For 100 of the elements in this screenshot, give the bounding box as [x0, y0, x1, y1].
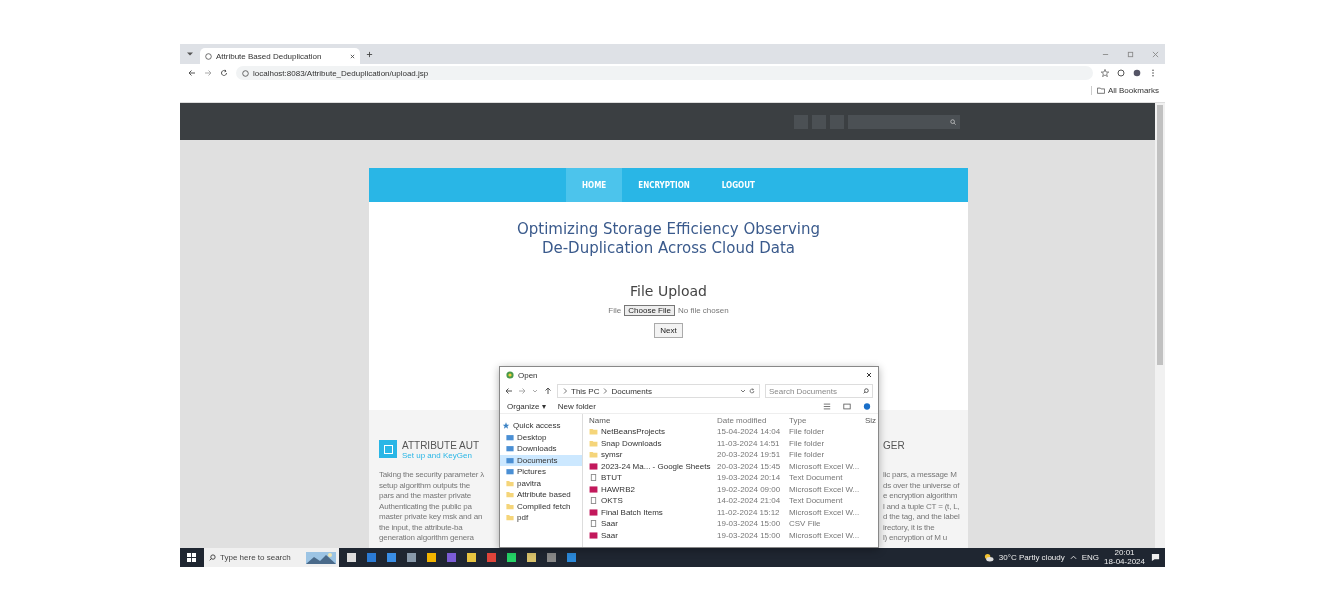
sidebar-item[interactable]: Quick access [500, 420, 582, 432]
star-icon [502, 422, 510, 430]
file-date: 19-03-2024 15:00 [717, 530, 782, 540]
section-subheading: Set up and KeyGen [402, 451, 473, 460]
choose-file-button[interactable]: Choose File [624, 305, 675, 316]
paragraph-line: generation algorithm genera [379, 533, 475, 544]
maximize-icon[interactable] [1127, 50, 1134, 58]
file-name[interactable]: Saar [589, 530, 717, 540]
search-field[interactable] [848, 114, 960, 129]
spreadsheet-icon [589, 485, 598, 493]
up-icon[interactable] [544, 387, 552, 395]
file-date: 11-02-2024 15:12 [717, 507, 781, 517]
weather-icon [982, 553, 994, 562]
file-date: 20-03-2024 19:51 [717, 450, 782, 460]
language-indicator[interactable]: ENG [1081, 553, 1100, 562]
paragraph-line: pars and the master private [379, 491, 472, 502]
sidebar-item[interactable]: Documents [500, 454, 582, 466]
file-type: File folder [789, 427, 826, 437]
close-icon[interactable] [866, 372, 872, 378]
file-name[interactable]: Snap Downloads [589, 438, 717, 448]
profile-icon[interactable] [1133, 69, 1141, 77]
clock[interactable]: 20:01 18-04-2024 [1104, 549, 1145, 566]
file-status: No file chosen [677, 306, 729, 315]
taskbar-search-field[interactable]: Type here to search [204, 548, 339, 567]
new-folder-button[interactable]: New folder [557, 401, 596, 411]
help-icon[interactable] [863, 402, 871, 410]
windows-icon[interactable] [187, 553, 196, 562]
sidebar-item[interactable]: Pictures [500, 466, 582, 478]
search-icon [950, 118, 956, 125]
file-name[interactable]: 2023-24 Ma... - Google Sheets [589, 461, 717, 471]
column-header[interactable]: Name [589, 415, 717, 425]
file-type: Microsoft Excel W... [789, 484, 861, 494]
column-header[interactable]: Date modified [717, 415, 789, 425]
next-button[interactable]: Next [654, 323, 683, 338]
paragraph-line: the input, the attribute-ba [379, 522, 464, 533]
file-type: Microsoft Excel W... [789, 507, 861, 517]
file-name[interactable]: Saar [589, 519, 717, 529]
dialog-search-field[interactable]: Search Documents [765, 384, 873, 398]
file-type: File folder [789, 438, 826, 448]
file-name[interactable]: NetBeansProjects [589, 427, 717, 437]
sidebar-item[interactable]: Desktop [500, 431, 582, 443]
caret-icon[interactable] [740, 387, 746, 395]
back-icon[interactable] [188, 69, 196, 77]
paragraph-line: d the tag, and the label [883, 512, 961, 523]
section-heading: ATTRIBUTE AUT [402, 440, 480, 451]
preview-pane-icon[interactable] [843, 402, 851, 410]
path-field[interactable]: This PC Documents [557, 384, 760, 398]
upload-heading: File Upload [630, 283, 707, 299]
back-icon[interactable] [505, 387, 513, 395]
caret-icon[interactable] [186, 50, 194, 58]
forward-icon[interactable] [204, 69, 212, 77]
menu-icon[interactable] [1149, 69, 1157, 77]
file-date: 19-02-2024 09:00 [717, 484, 782, 494]
forward-icon[interactable] [518, 387, 526, 395]
paragraph-line: Authenticating the public pa [379, 501, 473, 512]
paragraph-line: Taking the security parameter λ [379, 470, 485, 481]
column-header[interactable]: Siz [865, 415, 877, 425]
spreadsheet-icon [589, 531, 598, 539]
reload-icon[interactable] [220, 69, 228, 77]
notification-icon[interactable] [1150, 553, 1161, 562]
file-name[interactable]: OKTS [589, 496, 717, 506]
paragraph-line: irectory, it is the [883, 522, 936, 533]
paragraph-line: l) encryption of M u [883, 533, 949, 544]
sidebar-item[interactable]: pdf [500, 512, 582, 524]
document-icon [589, 497, 598, 505]
folder-icon [1096, 87, 1105, 94]
dialog-title: Open [518, 370, 538, 380]
bookmarks-button[interactable]: All Bookmarks [1090, 86, 1159, 95]
file-name[interactable]: symsr [589, 450, 717, 460]
star-icon[interactable] [1101, 69, 1109, 77]
sidebar-item[interactable]: Downloads [500, 443, 582, 455]
organize-button[interactable]: Organize ▾ [507, 401, 546, 411]
file-date: 14-02-2024 21:04 [717, 496, 782, 506]
view-icon[interactable] [823, 402, 831, 410]
file-type: Microsoft Excel W... [789, 461, 861, 471]
new-tab-icon[interactable] [366, 50, 373, 58]
browser-tab[interactable]: Attribute Based Deduplication [200, 48, 360, 64]
sidebar-item[interactable]: pavitra [500, 477, 582, 489]
column-header[interactable]: Type [789, 415, 865, 425]
file-date: 15-04-2024 14:04 [717, 427, 782, 437]
search-icon [209, 554, 216, 561]
file-date: 19-03-2024 15:00 [717, 519, 782, 529]
document-icon [589, 474, 598, 482]
close-icon[interactable] [350, 53, 355, 59]
sidebar-item[interactable]: Attribute based [500, 489, 582, 501]
extension-icon[interactable] [1117, 69, 1125, 77]
spreadsheet-icon [589, 462, 598, 470]
address-bar[interactable]: localhost:8083/Attribute_Deduplication/upload.jsp [236, 66, 1093, 80]
reload-icon[interactable] [749, 387, 755, 395]
file-type: Microsoft Excel W... [789, 530, 861, 540]
search-icon [863, 388, 869, 394]
file-name[interactable]: HAWRB2 [589, 484, 717, 494]
paragraph-line: setup algorithm outputs the [379, 480, 472, 491]
file-name[interactable]: Final Batch Items [589, 507, 717, 517]
sidebar-item[interactable]: Compiled fetch [500, 500, 582, 512]
scrollbar[interactable] [1155, 103, 1165, 548]
chevron-up-icon[interactable] [1069, 554, 1077, 561]
caret-icon[interactable] [531, 387, 539, 395]
app-icon [379, 440, 397, 458]
file-name[interactable]: BTUT [589, 473, 717, 483]
